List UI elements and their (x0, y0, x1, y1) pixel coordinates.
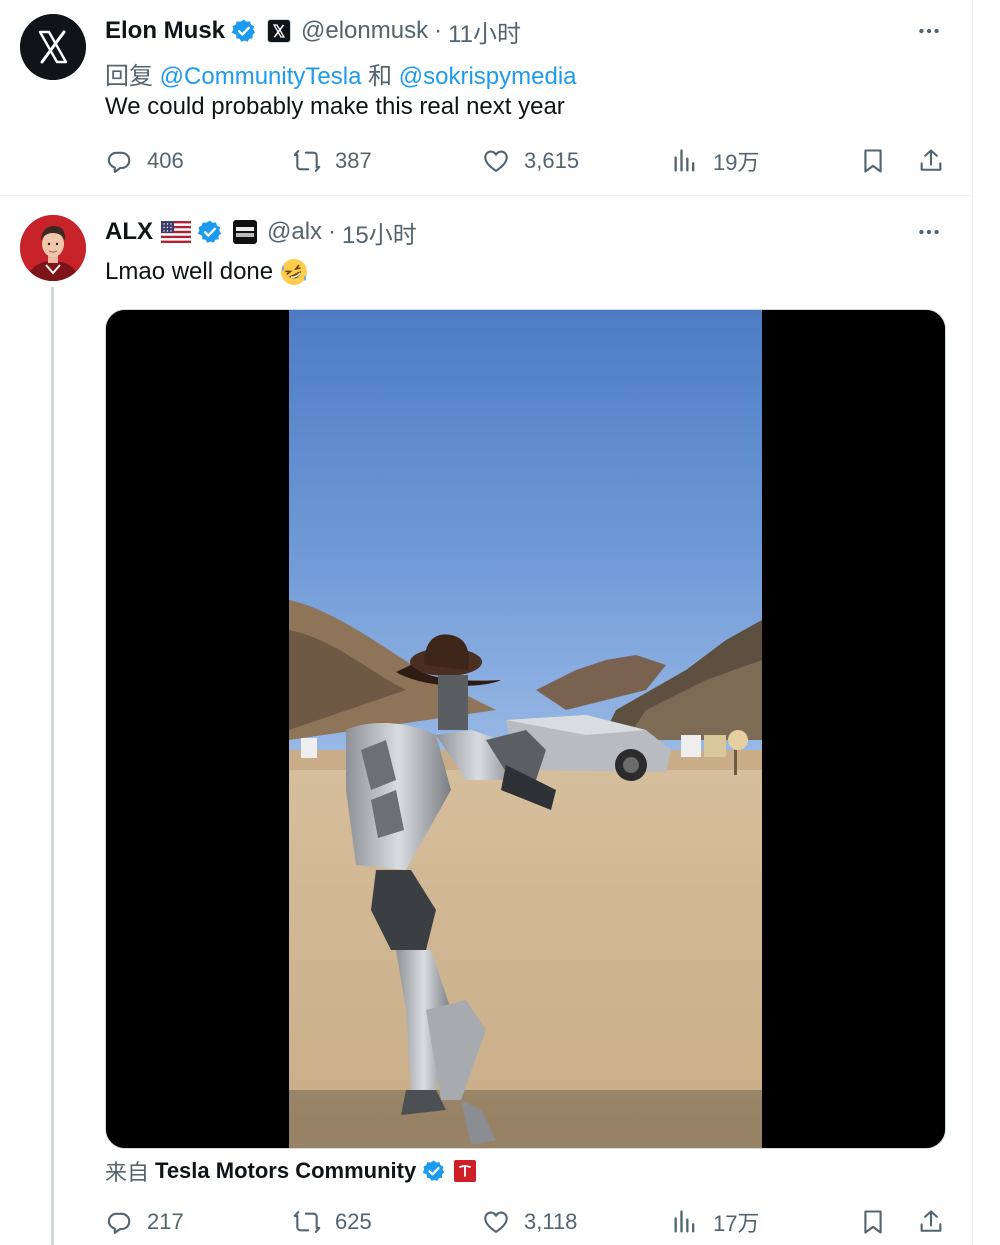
repost-icon (293, 1211, 321, 1233)
like-count: 3,118 (524, 1209, 578, 1234)
share-icon (920, 1210, 942, 1232)
repost-count: 625 (335, 1209, 372, 1234)
like-button[interactable]: 3,615 (482, 141, 579, 181)
rolling-laughing-emoji-icon (279, 257, 309, 287)
verified-badge-icon[interactable] (231, 18, 257, 44)
bookmark-icon (864, 149, 882, 173)
tweet-text: Lmao well done (105, 257, 309, 287)
source-account-link[interactable]: Tesla Motors Community (155, 1158, 416, 1184)
verified-badge-icon[interactable] (197, 219, 223, 245)
view-count: 19万 (713, 150, 760, 175)
views-button[interactable]: 17万 (671, 1202, 759, 1242)
views-button[interactable]: 19万 (671, 141, 759, 181)
tweet-elonmusk[interactable]: Elon Musk @elonmusk · 11小时 回复 @Community… (0, 0, 972, 196)
bookmark-icon (864, 1210, 882, 1234)
reply-count: 406 (147, 148, 184, 173)
avatar[interactable] (20, 215, 86, 281)
mention-link[interactable]: @sokrispymedia (399, 63, 577, 90)
video-frame-image (106, 310, 945, 1148)
source-prefix: 来自 (105, 1160, 150, 1185)
tesla-logo-icon[interactable] (454, 1160, 477, 1182)
repost-button[interactable]: 387 (293, 141, 372, 181)
affiliation-logo-icon[interactable] (233, 220, 257, 244)
reply-context: 回复 @CommunityTesla 和 @sokrispymedia (105, 56, 577, 91)
repost-count: 387 (335, 148, 372, 173)
views-icon (674, 149, 695, 172)
author-handle[interactable]: @alx (267, 218, 322, 246)
us-flag-icon (161, 221, 191, 243)
reply-button[interactable]: 217 (105, 1202, 184, 1242)
separator: · (434, 17, 443, 44)
tweet-header: Elon Musk @elonmusk · 11小时 (105, 14, 521, 48)
tweet-alx[interactable]: ALX @alx · 15小时 Lmao well done 来自 Tesla … (0, 197, 972, 1245)
reply-button[interactable]: 406 (105, 141, 184, 181)
more-options-icon[interactable] (914, 217, 944, 247)
reply-icon (107, 151, 131, 173)
share-button[interactable] (917, 1202, 945, 1242)
author-handle[interactable]: @elonmusk (301, 17, 428, 45)
tweet-text-content: Lmao well done (105, 258, 274, 285)
like-button[interactable]: 3,118 (482, 1202, 577, 1242)
like-icon (484, 150, 508, 172)
reply-joiner: 和 (368, 63, 393, 90)
separator: · (328, 218, 337, 245)
x-affiliation-icon[interactable] (267, 19, 292, 43)
reply-prefix: 回复 (105, 63, 153, 90)
view-count: 17万 (713, 1211, 760, 1236)
tweet-header: ALX @alx · 15小时 (105, 215, 417, 249)
timestamp[interactable]: 15小时 (342, 215, 417, 250)
repost-icon (293, 150, 321, 172)
author-name[interactable]: Elon Musk (105, 17, 225, 45)
bookmark-button[interactable] (859, 141, 887, 181)
timestamp[interactable]: 11小时 (448, 14, 521, 49)
share-icon (920, 149, 942, 171)
views-icon (674, 1210, 695, 1233)
timeline-border (972, 0, 973, 1245)
source-attribution: 来自 Tesla Motors Community (105, 1155, 477, 1187)
share-button[interactable] (917, 141, 945, 181)
verified-badge-icon (422, 1159, 446, 1183)
bookmark-button[interactable] (859, 1202, 887, 1242)
tweet-text: We could probably make this real next ye… (105, 93, 565, 120)
repost-button[interactable]: 625 (293, 1202, 372, 1242)
avatar[interactable] (20, 14, 86, 80)
video-player[interactable] (105, 309, 946, 1149)
thread-line (51, 287, 54, 1245)
mention-link[interactable]: @CommunityTesla (160, 63, 362, 90)
tweet-actions: 406 387 3,615 19万 (105, 141, 955, 181)
reply-icon (107, 1212, 131, 1234)
reply-count: 217 (147, 1209, 184, 1234)
like-count: 3,615 (524, 148, 580, 173)
more-options-icon[interactable] (914, 16, 944, 46)
author-name[interactable]: ALX (105, 218, 153, 246)
like-icon (484, 1211, 508, 1233)
tweet-actions: 217 625 3,118 17万 (105, 1202, 955, 1242)
